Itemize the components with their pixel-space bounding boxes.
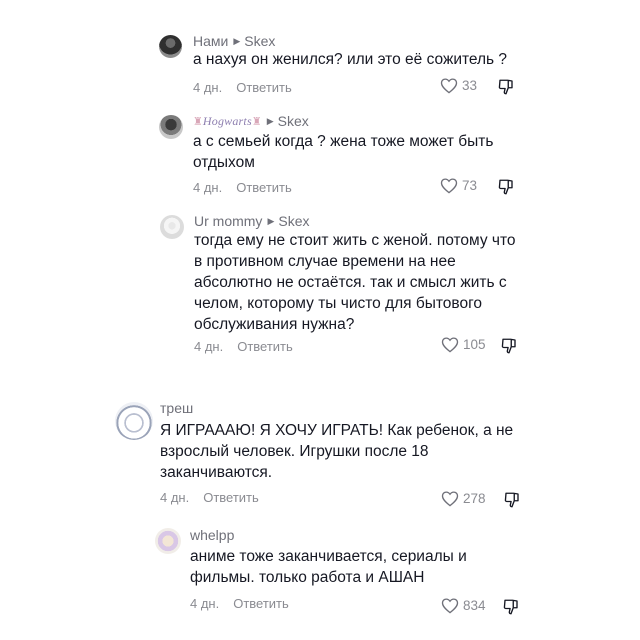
comment-meta: 4 дн. Ответить bbox=[193, 180, 292, 195]
author-line: ♜ Hogwarts ♜ ▶ Skex bbox=[193, 113, 309, 129]
comment-age: 4 дн. bbox=[193, 80, 223, 95]
comment-age: 4 дн. bbox=[194, 339, 224, 354]
avatar[interactable] bbox=[159, 35, 182, 58]
author-line: Ur mommy ▶ Skex bbox=[194, 213, 309, 229]
comment-age: 4 дн. bbox=[160, 490, 190, 505]
heart-outline-icon bbox=[441, 598, 459, 614]
author-line: whelpp bbox=[190, 527, 234, 543]
thumb-down-icon[interactable] bbox=[502, 598, 520, 616]
triangle-right-icon: ▶ bbox=[233, 35, 241, 46]
heart-outline-icon bbox=[441, 337, 459, 353]
reply-button[interactable]: Ответить bbox=[236, 180, 292, 195]
author-name[interactable]: Нами bbox=[193, 33, 228, 49]
reply-button[interactable]: Ответить bbox=[233, 596, 289, 611]
reply-button[interactable]: Ответить bbox=[203, 490, 259, 505]
reply-to-name[interactable]: Skex bbox=[244, 33, 275, 49]
comment-text: а с семьей когда ? жена тоже может быть … bbox=[193, 133, 494, 171]
like-button[interactable]: 73 bbox=[440, 177, 477, 194]
like-button[interactable]: 105 bbox=[441, 336, 486, 353]
like-button[interactable]: 834 bbox=[441, 597, 486, 614]
heart-outline-icon bbox=[441, 491, 459, 507]
comment-meta: 4 дн. Ответить bbox=[160, 490, 259, 505]
triangle-right-icon: ▶ bbox=[267, 215, 275, 226]
author-name[interactable]: Hogwarts bbox=[203, 114, 252, 129]
heart-outline-icon bbox=[440, 78, 458, 94]
thumb-down-icon[interactable] bbox=[497, 78, 515, 96]
avatar[interactable] bbox=[160, 215, 184, 239]
like-count: 834 bbox=[463, 598, 486, 613]
avatar[interactable] bbox=[115, 402, 153, 440]
like-button[interactable]: 278 bbox=[441, 490, 486, 507]
like-count: 278 bbox=[463, 491, 486, 506]
comment-meta: 4 дн. Ответить bbox=[190, 596, 289, 611]
avatar[interactable] bbox=[159, 115, 183, 139]
comment-text: а нахуя он женился? или это её сожитель … bbox=[193, 51, 508, 68]
reply-button[interactable]: Ответить bbox=[236, 80, 292, 95]
reply-to-name[interactable]: Skex bbox=[278, 113, 309, 129]
heart-outline-icon bbox=[440, 178, 458, 194]
thumb-down-icon[interactable] bbox=[497, 178, 515, 196]
comment-text: тогда ему не стоит жить с женой. потому … bbox=[194, 232, 516, 333]
like-button[interactable]: 33 bbox=[440, 77, 477, 94]
comment-meta: 4 дн. Ответить bbox=[194, 339, 293, 354]
castle-icon: ♜ bbox=[193, 115, 203, 128]
castle-icon: ♜ bbox=[251, 115, 262, 128]
author-line: Нами ▶ Skex bbox=[193, 33, 275, 49]
author-name[interactable]: whelpp bbox=[190, 527, 234, 543]
like-count: 73 bbox=[462, 178, 478, 193]
like-count: 105 bbox=[463, 337, 486, 352]
reply-to-name[interactable]: Skex bbox=[278, 213, 309, 229]
thumb-down-icon[interactable] bbox=[503, 491, 521, 509]
thumb-down-icon[interactable] bbox=[500, 337, 518, 355]
author-line: треш bbox=[160, 400, 193, 416]
comment-age: 4 дн. bbox=[190, 596, 220, 611]
author-name[interactable]: треш bbox=[160, 400, 193, 416]
comment-text: Я ИГРАААЮ! Я ХОЧУ ИГРАТЬ! Как ребенок, а… bbox=[160, 422, 514, 481]
triangle-right-icon: ▶ bbox=[266, 115, 274, 126]
reply-button[interactable]: Ответить bbox=[237, 339, 293, 354]
comment-text: аниме тоже заканчивается, сериалы и филь… bbox=[190, 548, 467, 586]
comment-meta: 4 дн. Ответить bbox=[193, 80, 292, 95]
avatar[interactable] bbox=[155, 528, 181, 554]
author-name[interactable]: Ur mommy bbox=[194, 213, 262, 229]
comment-age: 4 дн. bbox=[193, 180, 223, 195]
like-count: 33 bbox=[462, 78, 478, 93]
